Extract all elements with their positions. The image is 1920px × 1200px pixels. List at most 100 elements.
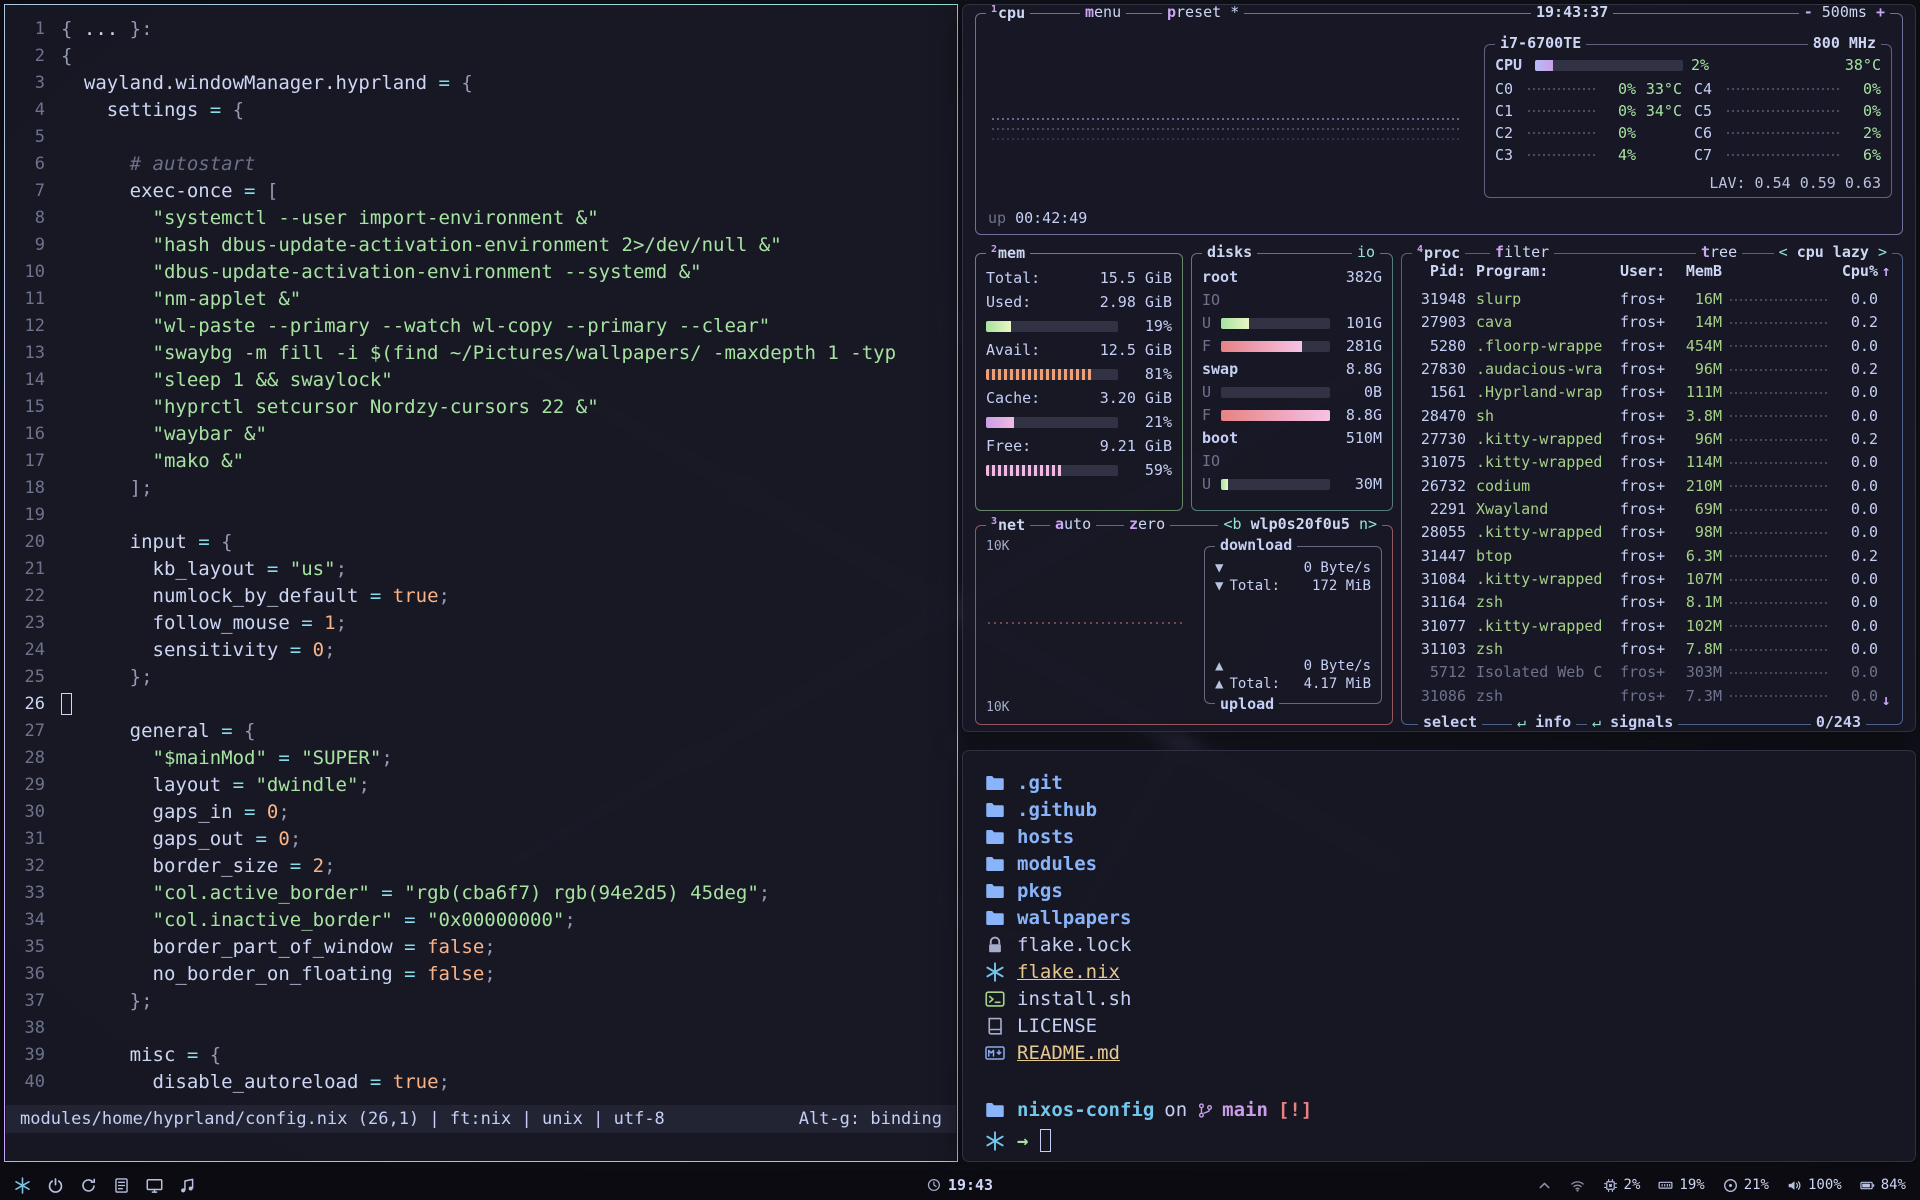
editor-line[interactable]: 34 "col.inactive_border" = "0x00000000"; bbox=[5, 906, 957, 933]
network-button[interactable] bbox=[1570, 1178, 1585, 1193]
editor-line[interactable]: 11 "nm-applet &" bbox=[5, 285, 957, 312]
volume[interactable]: 100% bbox=[1787, 1177, 1842, 1193]
column-user[interactable]: User: bbox=[1620, 264, 1672, 279]
editor-line[interactable]: 32 border_size = 2; bbox=[5, 852, 957, 879]
interval-decrease-button[interactable]: - bbox=[1804, 3, 1813, 21]
column-program[interactable]: Program: bbox=[1476, 264, 1616, 279]
editor-line[interactable]: 38 bbox=[5, 1014, 957, 1041]
interval-increase-button[interactable]: + bbox=[1876, 3, 1885, 21]
editor-line[interactable]: 10 "dbus-update-activation-environment -… bbox=[5, 258, 957, 285]
editor-line[interactable]: 15 "hyprctl setcursor Nordzy-cursors 22 … bbox=[5, 393, 957, 420]
editor-line[interactable]: 7 exec-once = [ bbox=[5, 177, 957, 204]
process-row[interactable]: 27830.audacious-wrafros+96M0.2 bbox=[1414, 358, 1878, 381]
process-row[interactable]: 2291Xwaylandfros+69M0.0 bbox=[1414, 498, 1878, 521]
process-row[interactable]: 28055.kitty-wrappedfros+98M0.0 bbox=[1414, 521, 1878, 544]
editor-line[interactable]: 36 no_border_on_floating = false; bbox=[5, 960, 957, 987]
battery[interactable]: 84% bbox=[1860, 1177, 1906, 1193]
process-row[interactable]: 31164zshfros+8.1M0.0 bbox=[1414, 591, 1878, 614]
editor-line[interactable]: 24 sensitivity = 0; bbox=[5, 636, 957, 663]
editor-line[interactable]: 19 bbox=[5, 501, 957, 528]
editor-line[interactable]: 30 gaps_in = 0; bbox=[5, 798, 957, 825]
editor-line[interactable]: 26 bbox=[5, 690, 957, 717]
cpu-usage[interactable]: 2% bbox=[1603, 1177, 1641, 1193]
launcher-button[interactable] bbox=[14, 1177, 31, 1194]
editor-line[interactable]: 25 }; bbox=[5, 663, 957, 690]
editor-line[interactable]: 9 "hash dbus-update-activation-environme… bbox=[5, 231, 957, 258]
editor-line[interactable]: 1{ ... }: bbox=[5, 15, 957, 42]
net-interface-selector[interactable]: <b wlp0s20f0u5 n> bbox=[1218, 517, 1382, 532]
net-auto-button[interactable]: auto bbox=[1050, 517, 1096, 532]
process-row[interactable]: 31086zshfros+7.3M0.0 bbox=[1414, 685, 1878, 708]
proc-signals-button[interactable]: ↵ signals bbox=[1587, 715, 1678, 730]
process-row[interactable]: 1561.Hyprland-wrapfros+111M0.0 bbox=[1414, 381, 1878, 404]
editor-line[interactable]: 28 "$mainMod" = "SUPER"; bbox=[5, 744, 957, 771]
proc-sort-selector[interactable]: < cpu lazy > bbox=[1774, 245, 1892, 260]
file-item[interactable]: LICENSE bbox=[985, 1012, 1899, 1039]
file-item[interactable]: .github bbox=[985, 796, 1899, 823]
process-row[interactable]: 26732codiumfros+210M0.0 bbox=[1414, 475, 1878, 498]
editor-line[interactable]: 18 ]; bbox=[5, 474, 957, 501]
editor-line[interactable]: 40 disable_autoreload = true; bbox=[5, 1068, 957, 1095]
editor-line[interactable]: 8 "systemctl --user import-environment &… bbox=[5, 204, 957, 231]
editor-line[interactable]: 21 kb_layout = "us"; bbox=[5, 555, 957, 582]
disk-usage[interactable]: 21% bbox=[1723, 1177, 1769, 1193]
process-row[interactable]: 5280.floorp-wrappefros+454M0.0 bbox=[1414, 335, 1878, 358]
column-memory[interactable]: MemB bbox=[1672, 264, 1722, 279]
editor-line[interactable]: 33 "col.active_border" = "rgb(cba6f7) rg… bbox=[5, 879, 957, 906]
editor-text-area[interactable]: 1{ ... }:2{3 wayland.windowManager.hyprl… bbox=[5, 5, 957, 1105]
file-item[interactable]: flake.lock bbox=[985, 931, 1899, 958]
reload-button[interactable] bbox=[80, 1177, 97, 1194]
process-row[interactable]: 28470shfros+3.8M0.0 bbox=[1414, 405, 1878, 428]
process-row[interactable]: 27903cavafros+14M0.2 bbox=[1414, 311, 1878, 334]
process-row[interactable]: 31103zshfros+7.8M0.0 bbox=[1414, 638, 1878, 661]
file-item[interactable]: flake.nix bbox=[985, 958, 1899, 985]
editor-line[interactable]: 14 "sleep 1 && swaylock" bbox=[5, 366, 957, 393]
editor-line[interactable]: 23 follow_mouse = 1; bbox=[5, 609, 957, 636]
notes-button[interactable] bbox=[113, 1177, 130, 1194]
file-item[interactable]: README.md bbox=[985, 1039, 1899, 1066]
net-zero-button[interactable]: zero bbox=[1124, 517, 1170, 532]
editor-line[interactable]: 31 gaps_out = 0; bbox=[5, 825, 957, 852]
proc-tree-button[interactable]: tree bbox=[1696, 245, 1742, 260]
editor-line[interactable]: 4 settings = { bbox=[5, 96, 957, 123]
preset-button[interactable]: preset * bbox=[1162, 5, 1244, 20]
proc-filter-button[interactable]: filter bbox=[1490, 245, 1554, 260]
tray-expand-button[interactable] bbox=[1537, 1178, 1552, 1193]
process-row[interactable]: 31075.kitty-wrappedfros+114M0.0 bbox=[1414, 451, 1878, 474]
music-button[interactable] bbox=[179, 1177, 196, 1194]
file-item[interactable]: pkgs bbox=[985, 877, 1899, 904]
column-cpu[interactable]: Cpu% bbox=[1838, 264, 1878, 279]
editor-line[interactable]: 16 "waybar &" bbox=[5, 420, 957, 447]
file-item[interactable]: .git bbox=[985, 769, 1899, 796]
sort-prev-button[interactable]: < bbox=[1779, 243, 1788, 261]
editor-line[interactable]: 2{ bbox=[5, 42, 957, 69]
editor-line[interactable]: 5 bbox=[5, 123, 957, 150]
scroll-up-indicator[interactable]: ↑ bbox=[1878, 264, 1894, 279]
iface-prev-button[interactable]: <b bbox=[1223, 515, 1241, 533]
editor-line[interactable]: 13 "swaybg -m fill -i $(find ~/Pictures/… bbox=[5, 339, 957, 366]
file-item[interactable]: wallpapers bbox=[985, 904, 1899, 931]
menu-button[interactable]: menu bbox=[1080, 5, 1126, 20]
editor-line[interactable]: 39 misc = { bbox=[5, 1041, 957, 1068]
editor-line[interactable]: 27 general = { bbox=[5, 717, 957, 744]
editor-line[interactable]: 35 border_part_of_window = false; bbox=[5, 933, 957, 960]
editor-line[interactable]: 37 }; bbox=[5, 987, 957, 1014]
editor-line[interactable]: 17 "mako &" bbox=[5, 447, 957, 474]
process-row[interactable]: 5712Isolated Web Cfros+303M0.0 bbox=[1414, 661, 1878, 684]
editor-line[interactable]: 20 input = { bbox=[5, 528, 957, 555]
power-button[interactable] bbox=[47, 1177, 64, 1194]
editor-line[interactable]: 12 "wl-paste --primary --watch wl-copy -… bbox=[5, 312, 957, 339]
sort-next-button[interactable]: > bbox=[1878, 243, 1887, 261]
file-item[interactable]: hosts bbox=[985, 823, 1899, 850]
editor-line[interactable]: 6 # autostart bbox=[5, 150, 957, 177]
file-item[interactable]: install.sh bbox=[985, 985, 1899, 1012]
iface-next-button[interactable]: n> bbox=[1359, 515, 1377, 533]
editor-line[interactable]: 3 wayland.windowManager.hyprland = { bbox=[5, 69, 957, 96]
display-button[interactable] bbox=[146, 1177, 163, 1194]
shell-input-line[interactable]: → bbox=[985, 1129, 1051, 1152]
process-row[interactable]: 31447btopfros+6.3M0.2 bbox=[1414, 545, 1878, 568]
process-row[interactable]: 31948slurpfros+16M0.0 bbox=[1414, 288, 1878, 311]
editor-line[interactable]: 29 layout = "dwindle"; bbox=[5, 771, 957, 798]
column-pid[interactable]: Pid: bbox=[1414, 264, 1466, 279]
process-row[interactable]: 31077.kitty-wrappedfros+102M0.0 bbox=[1414, 615, 1878, 638]
